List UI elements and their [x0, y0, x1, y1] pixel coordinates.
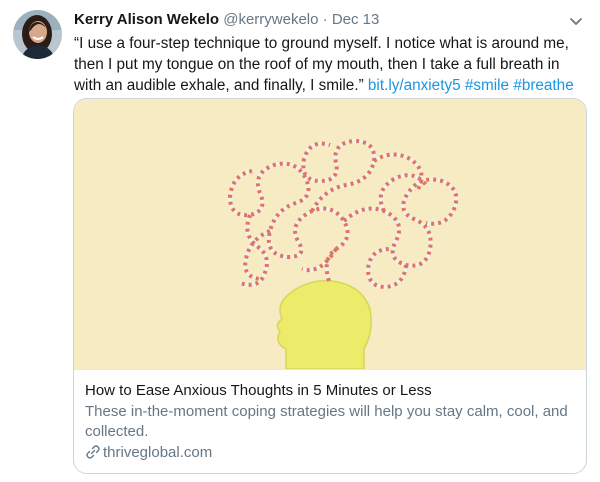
author-name[interactable]: Kerry Alison Wekelo: [74, 11, 219, 28]
card-image[interactable]: [74, 99, 586, 369]
card-domain-text: thriveglobal.com: [103, 444, 213, 461]
link-icon: [86, 445, 100, 459]
separator-dot: ·: [322, 11, 328, 28]
avatar[interactable]: [13, 10, 62, 59]
tangled-string-head-image: [74, 99, 586, 369]
tweet-text: “I use a four-step technique to ground m…: [74, 33, 589, 96]
short-url-link[interactable]: bit.ly/anxiety5: [368, 77, 461, 94]
tweet-header: Kerry Alison Wekelo @kerrywekelo · Dec 1…: [74, 10, 586, 30]
tweet-date[interactable]: Dec 13: [332, 11, 380, 28]
author-handle[interactable]: @kerrywekelo: [223, 11, 318, 28]
card-divider: [74, 369, 586, 370]
tweet[interactable]: Kerry Alison Wekelo @kerrywekelo · Dec 1…: [0, 0, 600, 482]
hashtag-smile[interactable]: #smile: [465, 77, 509, 94]
hashtag-breathe[interactable]: #breathe: [513, 77, 573, 94]
card-description: These in-the-moment coping strategies wi…: [85, 403, 568, 440]
card-domain[interactable]: thriveglobal.com: [85, 443, 212, 463]
profile-photo-icon: [13, 10, 62, 59]
card-title[interactable]: How to Ease Anxious Thoughts in 5 Minute…: [85, 381, 575, 401]
link-card[interactable]: How to Ease Anxious Thoughts in 5 Minute…: [73, 98, 587, 474]
chevron-down-icon[interactable]: [566, 11, 586, 31]
